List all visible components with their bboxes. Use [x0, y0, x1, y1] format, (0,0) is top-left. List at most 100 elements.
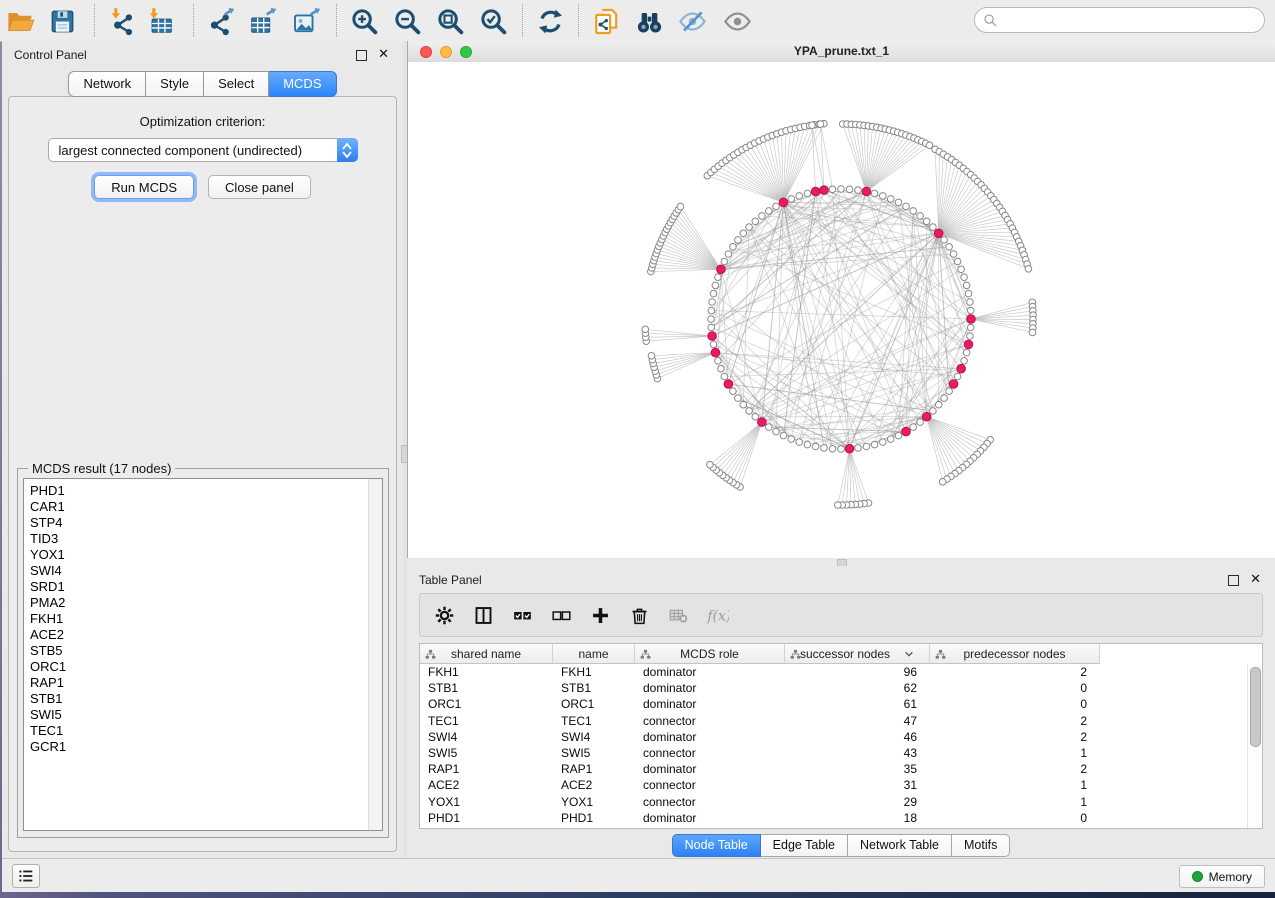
mcds-result-list[interactable]: PHD1CAR1STP4TID3YOX1SWI4SRD1PMA2FKH1ACE2… [23, 478, 383, 831]
deselect-all-checkboxes-button[interactable] [549, 603, 573, 627]
table-scrollbar-thumb[interactable] [1250, 667, 1261, 747]
cell-predecessor_nodes[interactable]: 1 [930, 745, 1100, 761]
cell-predecessor_nodes[interactable]: 0 [930, 680, 1100, 696]
mcds-result-item[interactable]: ORC1 [24, 659, 382, 675]
cell-name[interactable]: RAP1 [553, 761, 635, 777]
tab-edge-table[interactable]: Edge Table [761, 834, 848, 857]
cell-name[interactable]: PHD1 [553, 810, 635, 826]
cell-mcds_role[interactable]: dominator [635, 696, 785, 712]
show-all-button[interactable] [720, 5, 754, 37]
select-all-checkboxes-button[interactable] [510, 603, 534, 627]
cell-name[interactable]: ORC1 [553, 696, 635, 712]
cell-successor_nodes[interactable]: 29 [785, 794, 930, 810]
run-mcds-button[interactable]: Run MCDS [94, 175, 194, 199]
table-row[interactable]: SWI4SWI4dominator462 [420, 729, 1262, 745]
save-session-button[interactable] [45, 5, 79, 37]
cell-successor_nodes[interactable]: 18 [785, 810, 930, 826]
zoom-out-button[interactable] [390, 5, 424, 37]
mcds-result-item[interactable]: YOX1 [24, 547, 382, 563]
close-panel-button[interactable]: Close panel [208, 175, 311, 199]
cell-successor_nodes[interactable]: 31 [785, 777, 930, 793]
zoom-fit-button[interactable] [433, 5, 467, 37]
table-row[interactable]: SWI5SWI5connector431 [420, 745, 1262, 761]
float-table-panel-icon[interactable] [1228, 575, 1239, 586]
export-table-button[interactable] [245, 5, 279, 37]
mcds-result-item[interactable]: STB1 [24, 691, 382, 707]
table-row[interactable]: ORC1ORC1dominator610 [420, 696, 1262, 712]
table-row[interactable]: YOX1YOX1connector291 [420, 794, 1262, 810]
tab-network[interactable]: Network [68, 71, 146, 97]
cell-mcds_role[interactable]: dominator [635, 680, 785, 696]
zoom-in-button[interactable] [347, 5, 381, 37]
mcds-result-item[interactable]: PHD1 [24, 479, 382, 499]
mcds-result-item[interactable]: RAP1 [24, 675, 382, 691]
mcds-result-item[interactable]: TEC1 [24, 723, 382, 739]
horizontal-splitter[interactable] [407, 558, 1275, 566]
cell-shared_name[interactable]: ACE2 [420, 777, 553, 793]
mcds-result-item[interactable]: TID3 [24, 531, 382, 547]
mcds-result-item[interactable]: SWI4 [24, 563, 382, 579]
column-header-MCDS-role[interactable]: MCDS role [635, 644, 785, 664]
export-network-button[interactable] [203, 5, 237, 37]
memory-button[interactable]: Memory [1179, 865, 1265, 888]
cell-mcds_role[interactable]: dominator [635, 664, 785, 680]
cell-shared_name[interactable]: RAP1 [420, 761, 553, 777]
mcds-result-item[interactable]: CAR1 [24, 499, 382, 515]
close-panel-icon[interactable]: ✕ [378, 46, 389, 62]
cell-successor_nodes[interactable]: 35 [785, 761, 930, 777]
cell-successor_nodes[interactable]: 61 [785, 696, 930, 712]
table-row[interactable]: ACE2ACE2connector311 [420, 777, 1262, 793]
cell-mcds_role[interactable]: dominator [635, 810, 785, 826]
cell-shared_name[interactable]: PHD1 [420, 810, 553, 826]
cell-predecessor_nodes[interactable]: 1 [930, 777, 1100, 793]
mcds-result-item[interactable]: GCR1 [24, 739, 382, 755]
tab-node-table[interactable]: Node Table [672, 834, 761, 857]
tab-select[interactable]: Select [204, 71, 269, 97]
export-image-button[interactable] [289, 5, 323, 37]
tab-mcds[interactable]: MCDS [269, 71, 336, 97]
cell-predecessor_nodes[interactable]: 2 [930, 713, 1100, 729]
table-scrollbar[interactable] [1247, 664, 1262, 828]
mcds-result-item[interactable]: PMA2 [24, 595, 382, 611]
table-row[interactable]: RAP1RAP1dominator352 [420, 761, 1262, 777]
delete-columns-button[interactable] [627, 603, 651, 627]
criterion-select[interactable]: largest connected component (undirected) [48, 138, 358, 162]
cell-shared_name[interactable]: ORC1 [420, 696, 553, 712]
settings-gear-button[interactable] [432, 603, 456, 627]
search-input[interactable] [1002, 9, 1264, 31]
search-box[interactable] [974, 7, 1265, 33]
float-panel-icon[interactable] [356, 50, 367, 61]
cell-successor_nodes[interactable]: 47 [785, 713, 930, 729]
cell-predecessor_nodes[interactable]: 2 [930, 761, 1100, 777]
column-header-predecessor-nodes[interactable]: predecessor nodes [930, 644, 1100, 664]
cell-name[interactable]: YOX1 [553, 794, 635, 810]
mcds-result-item[interactable]: FKH1 [24, 611, 382, 627]
search-binoculars-button[interactable] [632, 5, 666, 37]
close-table-panel-icon[interactable]: ✕ [1250, 571, 1261, 587]
cell-successor_nodes[interactable]: 43 [785, 745, 930, 761]
table-row[interactable]: PHD1PHD1dominator180 [420, 810, 1262, 826]
network-canvas[interactable] [408, 62, 1275, 558]
show-columns-button[interactable] [471, 603, 495, 627]
table-row[interactable]: STB1STB1dominator620 [420, 680, 1262, 696]
cell-shared_name[interactable]: SWI4 [420, 729, 553, 745]
column-header-name[interactable]: name [553, 644, 635, 664]
refresh-view-button[interactable] [533, 5, 567, 37]
cell-name[interactable]: FKH1 [553, 664, 635, 680]
cell-shared_name[interactable]: STB1 [420, 680, 553, 696]
cell-mcds_role[interactable]: dominator [635, 729, 785, 745]
cell-mcds_role[interactable]: connector [635, 794, 785, 810]
cell-name[interactable]: TEC1 [553, 713, 635, 729]
tab-network-table[interactable]: Network Table [848, 834, 952, 857]
column-header-successor-nodes[interactable]: successor nodes [785, 644, 930, 664]
import-network-button[interactable] [105, 5, 139, 37]
cell-mcds_role[interactable]: connector [635, 745, 785, 761]
clone-network-button[interactable] [589, 5, 623, 37]
cell-mcds_role[interactable]: connector [635, 777, 785, 793]
cell-predecessor_nodes[interactable]: 2 [930, 664, 1100, 680]
tab-motifs[interactable]: Motifs [952, 834, 1010, 857]
mcds-result-item[interactable]: ACE2 [24, 627, 382, 643]
cell-predecessor_nodes[interactable]: 0 [930, 696, 1100, 712]
cell-shared_name[interactable]: YOX1 [420, 794, 553, 810]
cell-successor_nodes[interactable]: 46 [785, 729, 930, 745]
